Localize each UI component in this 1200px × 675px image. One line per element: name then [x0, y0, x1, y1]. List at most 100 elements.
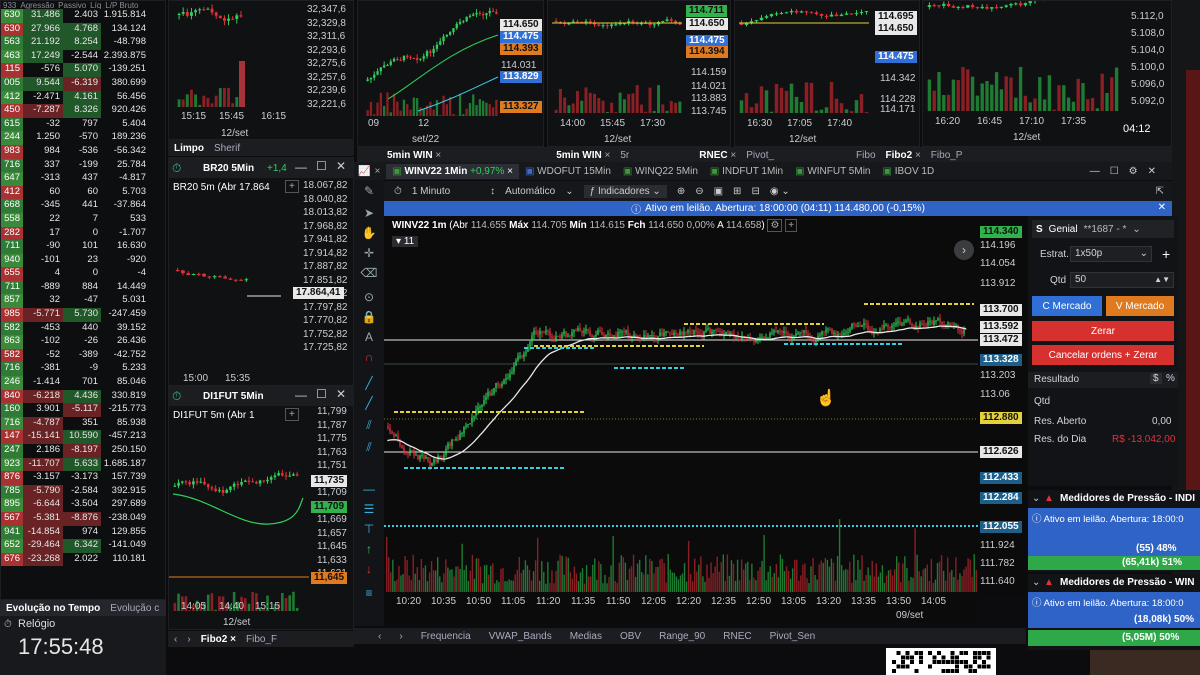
grid-row[interactable]: 147 -15.141 10.590 -457.213	[1, 430, 165, 444]
banner-close-button[interactable]: ✕	[1158, 202, 1166, 213]
parallel-icon[interactable]: ⫽	[358, 440, 380, 454]
tab-evolucao-tempo[interactable]: Evolução no Tempo	[6, 603, 100, 614]
sell-arrow-icon[interactable]: ↓	[358, 562, 380, 576]
grid-row[interactable]: 676 -23.268 2.022 110.181	[1, 552, 165, 567]
grid-row[interactable]: 785 -5.790 -2.584 392.915	[1, 484, 165, 499]
br20-close-button[interactable]: ✕	[336, 159, 346, 173]
template-icon[interactable]: ⊟	[751, 186, 759, 197]
grid-row[interactable]: 160 3.901 -5.117 -215.773	[1, 403, 165, 417]
br20-minimize-button[interactable]: —	[295, 160, 307, 174]
ind-tab-obv[interactable]: OBV	[620, 631, 641, 642]
grid-row[interactable]: 247 2.186 -8.197 250.150	[1, 444, 165, 458]
br20-add-button[interactable]: +	[285, 180, 299, 193]
ind-tab-range[interactable]: Range_90	[659, 631, 705, 642]
grid-row[interactable]: 412 -2.471 4.161 56.456	[1, 90, 165, 105]
grid-row[interactable]: 840 -6.218 4.436 330.819	[1, 389, 165, 404]
ind-tab-rnec[interactable]: RNEC	[723, 631, 751, 642]
percent-toggle[interactable]: $	[1150, 373, 1162, 384]
pencil-icon[interactable]: ✎	[358, 184, 380, 198]
grid-row[interactable]: 923 -11.707 5.633 1.685.187	[1, 457, 165, 472]
grid-row[interactable]: 863 -102 -26 26.436	[1, 335, 165, 349]
grid-row[interactable]: 895 -6.644 -3.504 297.689	[1, 498, 165, 512]
tab-sherif[interactable]: Sherif	[214, 143, 240, 154]
interval-select[interactable]: 1 Minuto	[412, 186, 450, 197]
grid-row[interactable]: 983 984 -536 -56.342	[1, 144, 165, 159]
ind-tab-vwap[interactable]: VWAP_Bands	[489, 631, 552, 642]
menu-lines-icon[interactable]: ≡	[358, 586, 380, 600]
pressure2-collapse-icon[interactable]: ⌄	[1032, 577, 1040, 588]
ind-tab-prev[interactable]: ‹	[378, 631, 381, 642]
grid-row[interactable]: 647 -313 437 -4.817	[1, 172, 165, 186]
tab-limpo[interactable]: Limpo	[174, 143, 204, 154]
buy-market-button[interactable]: C Mercado	[1032, 296, 1102, 316]
grid-row[interactable]: 941 -14.854 974 129.855	[1, 525, 165, 540]
di1-add-button[interactable]: +	[285, 408, 299, 421]
tab-di1-fibo2[interactable]: Fibo2 ×	[201, 634, 236, 645]
grid-row[interactable]: 940 -101 23 -920	[1, 253, 165, 268]
grid-row[interactable]: 857 32 -47 5.031	[1, 294, 165, 309]
grid-row[interactable]: 282 17 0 -1.707	[1, 226, 165, 241]
grid-row[interactable]: 246 -1.414 701 85.046	[1, 376, 165, 390]
zerar-button[interactable]: Zerar	[1032, 321, 1174, 341]
magnet-icon[interactable]: ⊙	[358, 290, 380, 304]
horizontal-line-icon[interactable]: —	[358, 482, 380, 496]
grid-row[interactable]: 716 -381 -9 5.233	[1, 362, 165, 377]
tab-5min-win[interactable]: 5min WIN ×	[387, 150, 441, 161]
scroll-right-button[interactable]: ›	[954, 240, 974, 260]
grid-row[interactable]: 005 9.544 -6.319 380.699	[1, 76, 165, 91]
tab-fibo-p[interactable]: Fibo_P	[931, 150, 963, 161]
di1-tab-prev[interactable]: ‹	[174, 634, 177, 645]
indicators-button[interactable]: ƒ Indicadores ⌄	[583, 184, 667, 198]
lock-icon[interactable]: 🔒	[358, 310, 380, 324]
tab-ibov[interactable]: ▣ IBOV 1D	[876, 164, 940, 179]
grid-row[interactable]: 711 -90 101 16.630	[1, 240, 165, 254]
tab-di1-fibof[interactable]: Fibo_F	[246, 634, 277, 645]
br20-maximize-button[interactable]: ☐	[316, 159, 327, 173]
estrat-add-icon[interactable]: +	[1162, 246, 1170, 262]
grid-row[interactable]: 716 -4.787 351 85.938	[1, 416, 165, 431]
percent-toggle-2[interactable]: %	[1164, 373, 1177, 384]
ray-icon[interactable]: ╱	[358, 396, 380, 410]
header-settings-icon[interactable]: ⚙	[767, 219, 783, 232]
zoom-in-icon[interactable]: ⊕	[677, 186, 685, 197]
tab-indfut[interactable]: ▣ INDFUT 1Min	[704, 164, 789, 179]
tab-fibo2[interactable]: Fibo2 ×	[886, 150, 921, 161]
hand-icon[interactable]: ✋	[358, 226, 380, 240]
grid-row[interactable]: 563 21.192 8.254 -48.798	[1, 36, 165, 50]
main-tab-close[interactable]: ×	[374, 166, 380, 177]
tab-evolucao-c[interactable]: Evolução c	[110, 603, 159, 614]
grid-row[interactable]: 655 4 0 -4	[1, 267, 165, 281]
grid-row[interactable]: 567 -5.381 -8.876 -238.049	[1, 511, 165, 526]
grid-row[interactable]: 463 17.249 -2.544 2.393.875	[1, 49, 165, 64]
ind-tab-medias[interactable]: Medias	[570, 631, 602, 642]
tab-pivot[interactable]: Pivot_	[746, 150, 774, 161]
layout-icon[interactable]: ⊞	[733, 186, 741, 197]
tab-wdofut[interactable]: ▣ WDOFUT 15Min	[519, 164, 617, 179]
collapse-count[interactable]: ▾ 11	[392, 236, 419, 247]
cursor-icon[interactable]: ➤	[358, 206, 380, 220]
grid-row[interactable]: 582 -453 440 39.152	[1, 321, 165, 336]
text-icon[interactable]: A	[358, 330, 380, 344]
mode-chevron-icon[interactable]: ⌄	[565, 186, 573, 197]
trendline-icon[interactable]: ╱	[358, 376, 380, 390]
account-chevron-icon[interactable]: ⌄	[1132, 224, 1140, 235]
grid-row[interactable]: 985 -5.771 5.730 -247.459	[1, 308, 165, 322]
grid-row[interactable]: 115 -576 5.070 -139.251	[1, 63, 165, 77]
tab-winv22[interactable]: ▣ WINV22 1Min +0,97% ×	[386, 163, 519, 179]
ind-tab-next[interactable]: ›	[399, 631, 402, 642]
grid-row[interactable]: 412 60 60 5.703	[1, 185, 165, 200]
tab-fibo[interactable]: Fibo	[856, 150, 875, 161]
grid-row[interactable]: 630 31.486 2.403 1.915.814	[1, 9, 165, 23]
di1-minimize-button[interactable]: —	[295, 388, 307, 402]
grid-row[interactable]: 668 -345 441 -37.864	[1, 199, 165, 213]
mode-select[interactable]: Automático	[505, 186, 555, 197]
fib-icon[interactable]: ☰	[358, 502, 380, 516]
ind-tab-frequencia[interactable]: Frequencia	[421, 631, 471, 642]
crosshair-icon[interactable]: ✛	[358, 246, 380, 260]
di1-close-button[interactable]: ✕	[336, 387, 346, 401]
qtd-stepper-icon[interactable]: ▲▼	[1154, 273, 1170, 287]
eraser-icon[interactable]: ⌫	[358, 266, 380, 280]
account-select[interactable]: **1687 - *	[1084, 224, 1127, 235]
tab-winfut[interactable]: ▣ WINFUT 5Min	[789, 164, 876, 179]
di1-tab-next[interactable]: ›	[187, 634, 190, 645]
